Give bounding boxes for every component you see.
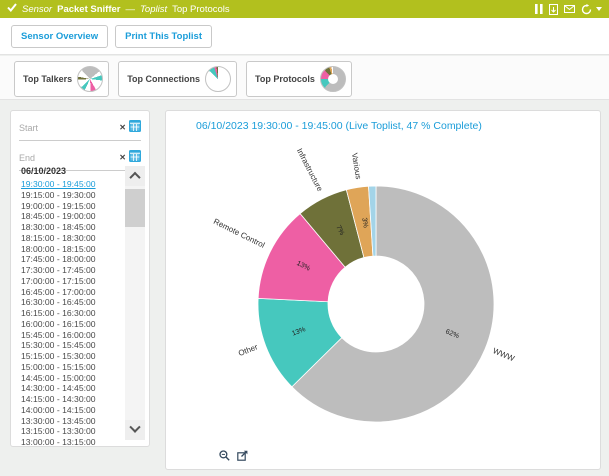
breadcrumb: Sensor Packet Sniffer — Toplist Top Prot… (7, 3, 230, 15)
interval-item[interactable]: 19:00:00 - 19:15:00 (21, 201, 123, 212)
interval-item[interactable]: 16:00:00 - 16:15:00 (21, 319, 123, 330)
interval-items: 19:30:00 - 19:45:0019:15:00 - 19:30:0019… (21, 179, 123, 448)
toplist-chart-panel: 06/10/2023 19:30:00 - 19:45:00 (Live Top… (165, 110, 601, 470)
tab-label: Top Talkers (23, 74, 72, 84)
top-connections-pie-icon (205, 66, 231, 92)
slice-name-label: Remote Control (212, 217, 266, 250)
top-talkers-pie-icon (77, 66, 103, 92)
end-date-input[interactable] (19, 153, 116, 163)
slice-name-label: WWW (491, 346, 516, 363)
interval-item[interactable]: 13:00:00 - 13:15:00 (21, 437, 123, 448)
clear-end-icon[interactable]: ✕ (119, 154, 126, 162)
interval-item[interactable]: 15:00:00 - 15:15:00 (21, 362, 123, 373)
pause-icon[interactable] (535, 4, 543, 14)
chevron-down-icon (129, 422, 140, 433)
sensor-header-bar: Sensor Packet Sniffer — Toplist Top Prot… (0, 0, 609, 18)
interval-item[interactable]: 17:30:00 - 17:45:00 (21, 265, 123, 276)
header-actions (535, 4, 602, 15)
top-protocols-pie-icon (320, 66, 346, 92)
calendar-icon[interactable] (129, 149, 141, 167)
tab-top-protocols[interactable]: Top Protocols (246, 61, 352, 97)
mail-icon[interactable] (564, 5, 575, 13)
zoom-icon[interactable] (219, 450, 230, 461)
interval-item[interactable]: 16:45:00 - 17:00:00 (21, 287, 123, 298)
toplist-tabs: Top Talkers Top Connections Top Protocol… (0, 56, 609, 100)
start-date-row: ✕ (19, 119, 141, 141)
sensor-overview-button[interactable]: Sensor Overview (11, 25, 108, 48)
interval-item[interactable]: 17:45:00 - 18:00:00 (21, 254, 123, 265)
tab-top-connections[interactable]: Top Connections (118, 61, 237, 97)
interval-item[interactable]: 13:15:00 - 13:30:00 (21, 426, 123, 437)
protocols-donut-chart: 62%WWW13%Other13%Remote Control7%Infrast… (206, 134, 546, 474)
interval-item[interactable]: 13:30:00 - 13:45:00 (21, 416, 123, 427)
interval-item[interactable]: 16:15:00 - 16:30:00 (21, 308, 123, 319)
chevron-up-icon (129, 172, 140, 183)
sensor-name-link[interactable]: Packet Sniffer (57, 4, 120, 15)
interval-item[interactable]: 18:00:00 - 18:15:00 (21, 244, 123, 255)
tab-label: Top Connections (127, 74, 200, 84)
interval-item[interactable]: 14:45:00 - 15:00:00 (21, 373, 123, 384)
scrollbar-thumb[interactable] (125, 189, 145, 227)
interval-item[interactable]: 15:30:00 - 15:45:00 (21, 340, 123, 351)
interval-filter-panel: ✕ ✕ 06/10/2023 19:30:00 - 19:45:0019:15:… (10, 110, 150, 447)
interval-item[interactable]: 16:30:00 - 16:45:00 (21, 297, 123, 308)
interval-item[interactable]: 14:15:00 - 14:30:00 (21, 394, 123, 405)
chart-footer-actions (219, 450, 248, 461)
interval-item[interactable]: 17:00:00 - 17:15:00 (21, 276, 123, 287)
pie-hole (328, 74, 338, 84)
interval-list: 06/10/2023 19:30:00 - 19:45:0019:15:00 -… (11, 166, 149, 440)
calendar-icon[interactable] (129, 119, 141, 137)
caret-down-icon[interactable] (596, 7, 602, 11)
slice-name-label: Various (350, 152, 363, 180)
report-icon[interactable] (549, 4, 558, 15)
clear-start-icon[interactable]: ✕ (119, 124, 126, 132)
external-link-icon[interactable] (237, 450, 248, 461)
interval-item[interactable]: 19:30:00 - 19:45:00 (21, 179, 123, 190)
breadcrumb-separator: — (125, 4, 135, 15)
status-ok-icon (7, 3, 17, 15)
interval-item[interactable]: 19:15:00 - 19:30:00 (21, 190, 123, 201)
tab-label: Top Protocols (255, 74, 315, 84)
toplist-name: Top Protocols (172, 4, 230, 15)
interval-item[interactable]: 14:00:00 - 14:15:00 (21, 405, 123, 416)
tab-top-talkers[interactable]: Top Talkers (14, 61, 109, 97)
interval-item[interactable]: 15:45:00 - 16:00:00 (21, 330, 123, 341)
scroll-down-button[interactable] (125, 420, 145, 440)
toplist-label: Toplist (140, 4, 167, 15)
refresh-icon[interactable] (581, 4, 592, 15)
interval-item[interactable]: 18:30:00 - 18:45:00 (21, 222, 123, 233)
interval-item[interactable]: 18:15:00 - 18:30:00 (21, 233, 123, 244)
start-date-input[interactable] (19, 123, 116, 133)
slice-name-label: Infrastructure (295, 147, 325, 194)
interval-scrollbar[interactable] (125, 166, 145, 440)
sensor-label: Sensor (22, 4, 52, 15)
scroll-up-button[interactable] (125, 166, 145, 186)
toplist-title: 06/10/2023 19:30:00 - 19:45:00 (Live Top… (166, 111, 600, 132)
interval-item[interactable]: 15:15:00 - 15:30:00 (21, 351, 123, 362)
interval-item[interactable]: 14:30:00 - 14:45:00 (21, 383, 123, 394)
slice-name-label: Other (237, 342, 259, 358)
toolbar: Sensor Overview Print This Toplist (0, 18, 609, 55)
print-toplist-button[interactable]: Print This Toplist (115, 25, 212, 48)
interval-item[interactable]: 18:45:00 - 19:00:00 (21, 211, 123, 222)
